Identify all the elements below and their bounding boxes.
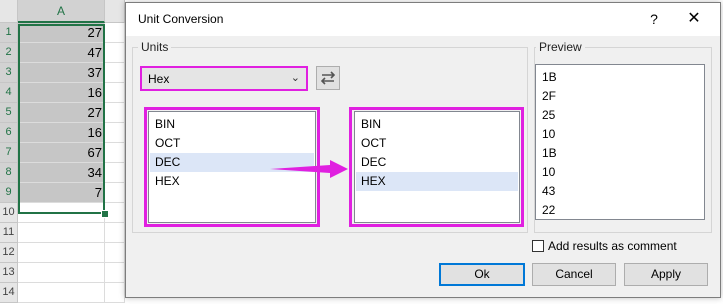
cell-b3[interactable] bbox=[105, 63, 125, 83]
preview-list[interactable]: 1B 2F 25 10 1B 10 43 22 bbox=[535, 64, 705, 220]
cell-a10[interactable] bbox=[18, 203, 105, 223]
column-header-a[interactable]: A bbox=[18, 0, 105, 23]
cell-a9[interactable]: 7 bbox=[18, 183, 105, 203]
to-unit-list[interactable]: BIN OCT DEC HEX bbox=[354, 111, 520, 223]
cell-a13[interactable] bbox=[18, 263, 105, 283]
cell-a3[interactable]: 37 bbox=[18, 63, 105, 83]
cell-a6[interactable]: 16 bbox=[18, 123, 105, 143]
apply-button[interactable]: Apply bbox=[624, 263, 708, 286]
to-unit-item[interactable]: BIN bbox=[356, 115, 518, 134]
swap-units-button[interactable] bbox=[316, 66, 340, 90]
cell-a14[interactable] bbox=[18, 283, 105, 303]
annotation-arrow-icon bbox=[270, 160, 348, 178]
cell-b8[interactable] bbox=[105, 163, 125, 183]
cell-b9[interactable] bbox=[105, 183, 125, 203]
cell-a11[interactable] bbox=[18, 223, 105, 243]
select-all-corner[interactable] bbox=[0, 0, 18, 23]
ok-button[interactable]: Ok bbox=[439, 263, 525, 286]
preview-item[interactable]: 1B bbox=[537, 144, 703, 163]
cell-a2[interactable]: 47 bbox=[18, 43, 105, 63]
cell-a1[interactable]: 27 bbox=[18, 23, 105, 43]
title-bar[interactable]: Unit Conversion ? ✕ bbox=[126, 3, 720, 36]
row-header[interactable]: 7 bbox=[0, 143, 18, 163]
units-select-value: Hex bbox=[148, 72, 170, 86]
row-header[interactable]: 8 bbox=[0, 163, 18, 183]
preview-group-label: Preview bbox=[536, 40, 585, 54]
preview-item[interactable]: 10 bbox=[537, 163, 703, 182]
row-header[interactable]: 6 bbox=[0, 123, 18, 143]
column-header-b[interactable] bbox=[105, 0, 125, 23]
row-header[interactable]: 3 bbox=[0, 63, 18, 83]
row-header[interactable]: 10 bbox=[0, 203, 18, 223]
cell-b5[interactable] bbox=[105, 103, 125, 123]
row-header[interactable]: 5 bbox=[0, 103, 18, 123]
preview-item[interactable]: 2F bbox=[537, 87, 703, 106]
add-comment-checkbox[interactable] bbox=[532, 240, 544, 252]
preview-item[interactable]: 22 bbox=[537, 201, 703, 220]
cell-b6[interactable] bbox=[105, 123, 125, 143]
from-unit-item[interactable]: OCT bbox=[150, 134, 314, 153]
cell-a8[interactable]: 34 bbox=[18, 163, 105, 183]
to-unit-item[interactable]: DEC bbox=[356, 153, 518, 172]
unit-conversion-dialog: Unit Conversion ? ✕ Units Hex ⌄ BIN OCT DE… bbox=[125, 2, 721, 298]
dialog-title: Unit Conversion bbox=[138, 12, 224, 26]
cell-b13[interactable] bbox=[105, 263, 125, 283]
row-header[interactable]: 9 bbox=[0, 183, 18, 203]
row-header[interactable]: 11 bbox=[0, 223, 18, 243]
cell-b11[interactable] bbox=[105, 223, 125, 243]
row-header[interactable]: 4 bbox=[0, 83, 18, 103]
to-unit-item[interactable]: OCT bbox=[356, 134, 518, 153]
help-button[interactable]: ? bbox=[644, 9, 664, 29]
from-unit-item[interactable]: BIN bbox=[150, 115, 314, 134]
preview-item[interactable]: 43 bbox=[537, 182, 703, 201]
units-group-label: Units bbox=[138, 40, 172, 54]
preview-item[interactable]: 25 bbox=[537, 106, 703, 125]
cell-b4[interactable] bbox=[105, 83, 125, 103]
units-select[interactable]: Hex ⌄ bbox=[140, 66, 308, 91]
cell-b2[interactable] bbox=[105, 43, 125, 63]
chevron-down-icon: ⌄ bbox=[290, 72, 300, 84]
preview-item[interactable]: 10 bbox=[537, 125, 703, 144]
to-unit-item[interactable]: HEX bbox=[356, 172, 518, 191]
cell-b14[interactable] bbox=[105, 283, 125, 303]
swap-arrows-icon bbox=[320, 71, 336, 85]
add-comment-label[interactable]: Add results as comment bbox=[548, 239, 677, 253]
cell-b7[interactable] bbox=[105, 143, 125, 163]
cell-a12[interactable] bbox=[18, 243, 105, 263]
row-header[interactable]: 14 bbox=[0, 283, 18, 303]
row-header[interactable]: 12 bbox=[0, 243, 18, 263]
fill-handle[interactable] bbox=[101, 210, 109, 218]
cell-a5[interactable]: 27 bbox=[18, 103, 105, 123]
row-header[interactable]: 13 bbox=[0, 263, 18, 283]
row-header[interactable]: 1 bbox=[0, 23, 18, 43]
cell-a4[interactable]: 16 bbox=[18, 83, 105, 103]
row-header[interactable]: 2 bbox=[0, 43, 18, 63]
cell-b1[interactable] bbox=[105, 23, 125, 43]
preview-item[interactable]: 1B bbox=[537, 68, 703, 87]
close-button[interactable]: ✕ bbox=[682, 9, 706, 29]
cell-a7[interactable]: 67 bbox=[18, 143, 105, 163]
cancel-button[interactable]: Cancel bbox=[532, 263, 616, 286]
cell-b12[interactable] bbox=[105, 243, 125, 263]
